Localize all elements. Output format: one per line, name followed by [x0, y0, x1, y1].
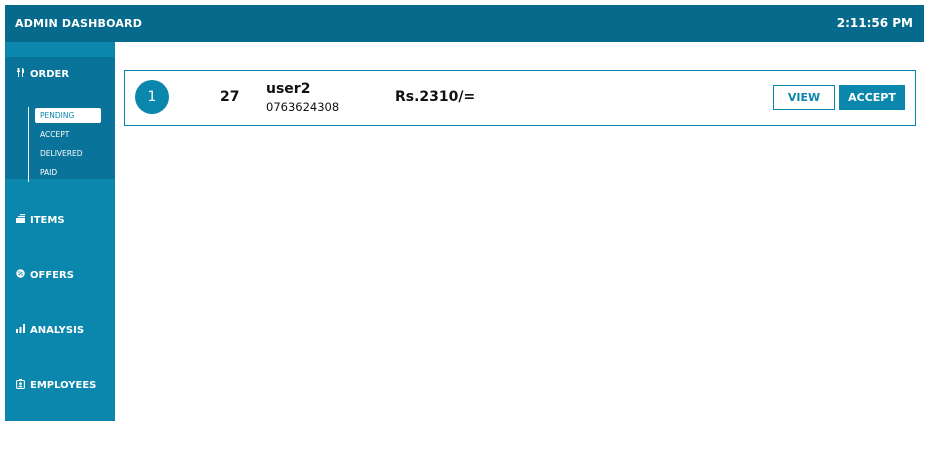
- clock: 2:11:56 PM: [836, 16, 913, 30]
- sidebar-order-section: ORDER PENDING ACCEPT DELIVERED PAID: [5, 57, 115, 182]
- order-index-badge: 1: [135, 80, 169, 114]
- submenu-item-pending[interactable]: PENDING: [35, 108, 101, 123]
- stack-icon: [15, 214, 25, 226]
- sidebar-item-offers[interactable]: OFFERS: [15, 269, 74, 281]
- customer-phone: 0763624308: [266, 100, 340, 114]
- top-bar: ADMIN DASHBOARD 2:11:56 PM: [5, 5, 924, 42]
- app-title: ADMIN DASHBOARD: [15, 17, 143, 30]
- id-badge-icon: [15, 379, 25, 392]
- main-content: 1 27 user2 0763624308 Rs.2310/= VIEW ACC…: [115, 42, 924, 421]
- submenu-item-paid[interactable]: PAID: [35, 165, 62, 180]
- sidebar-item-label: ITEMS: [30, 214, 65, 226]
- customer-name: user2: [266, 81, 311, 97]
- submenu-item-delivered[interactable]: DELIVERED: [35, 146, 88, 161]
- sidebar-item-analysis[interactable]: ANALYSIS: [15, 324, 84, 336]
- app-window: ADMIN DASHBOARD 2:11:56 PM ORDER PENDING…: [5, 5, 924, 421]
- sidebar-item-employees[interactable]: EMPLOYEES: [15, 379, 96, 392]
- accept-button[interactable]: ACCEPT: [839, 85, 905, 110]
- utensils-icon: [15, 68, 25, 80]
- submenu-item-accept[interactable]: ACCEPT: [35, 127, 74, 142]
- order-number: 27: [220, 89, 240, 105]
- sidebar-item-items[interactable]: ITEMS: [15, 214, 65, 226]
- bar-chart-icon: [15, 324, 25, 336]
- sidebar-item-label: EMPLOYEES: [30, 380, 97, 391]
- sidebar-item-label: OFFERS: [30, 269, 74, 281]
- sidebar-item-order[interactable]: ORDER: [15, 68, 69, 80]
- order-row: 1 27 user2 0763624308 Rs.2310/= VIEW ACC…: [124, 70, 916, 126]
- sidebar-item-label: ORDER: [30, 68, 70, 80]
- sidebar-item-label: ANALYSIS: [30, 324, 85, 336]
- badge-percent-icon: [15, 269, 25, 281]
- order-amount: Rs.2310/=: [395, 89, 476, 105]
- order-submenu: PENDING ACCEPT DELIVERED PAID: [28, 107, 105, 182]
- sidebar: ORDER PENDING ACCEPT DELIVERED PAID ITEM…: [5, 42, 115, 421]
- view-button[interactable]: VIEW: [773, 85, 835, 110]
